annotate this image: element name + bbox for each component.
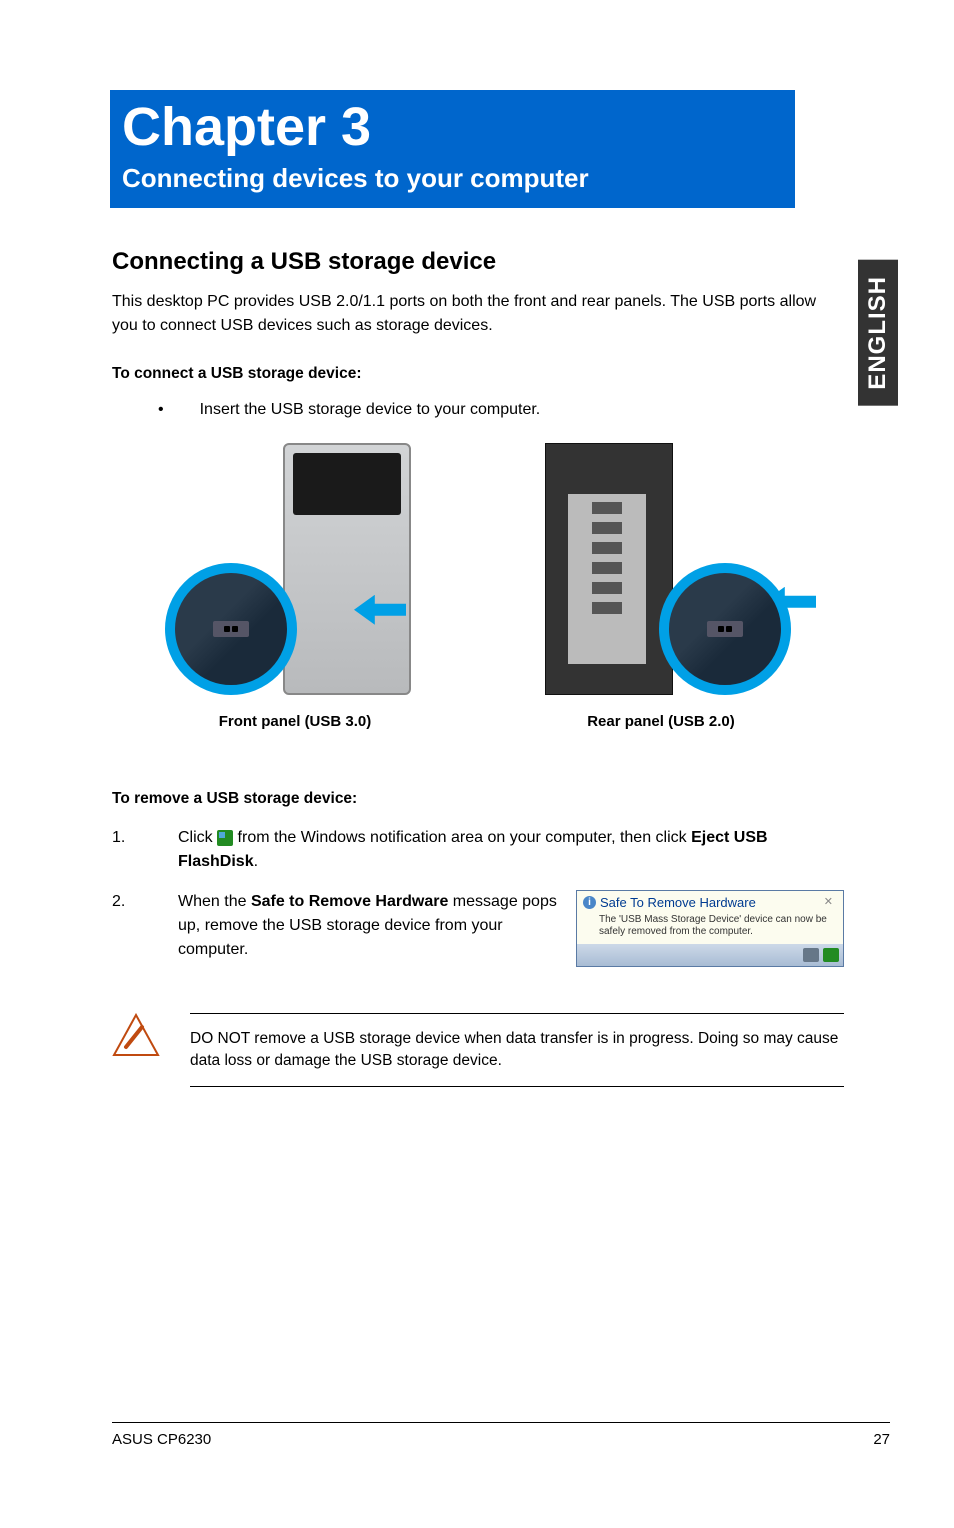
intro-text: This desktop PC provides USB 2.0/1.1 por… [112, 290, 844, 336]
chapter-banner: Chapter 3 Connecting devices to your com… [110, 90, 795, 208]
rear-tower-illustration [545, 443, 673, 695]
figure-captions: Front panel (USB 3.0) Rear panel (USB 2.… [112, 713, 844, 730]
figure-area [112, 443, 844, 695]
rear-caption: Rear panel (USB 2.0) [478, 713, 844, 730]
remove-subheading: To remove a USB storage device: [112, 790, 844, 808]
bullet-text: Insert the USB storage device to your co… [200, 401, 541, 419]
step2-pre: When the [178, 893, 251, 910]
step-1-body: Click from the Windows notification area… [178, 826, 844, 874]
remove-section: To remove a USB storage device: 1. Click… [112, 790, 844, 1087]
warning-icon [112, 1013, 160, 1059]
notification-body: The 'USB Mass Storage Device' device can… [577, 914, 843, 944]
rear-panel-figure [492, 443, 844, 695]
step-1: 1. Click from the Windows notification a… [112, 826, 844, 874]
step1-mid: from the Windows notification area on yo… [233, 829, 691, 846]
rear-usb-magnifier [659, 563, 791, 695]
language-tab: ENGLISH [858, 260, 898, 406]
step1-pre: Click [178, 829, 217, 846]
chapter-subtitle: Connecting devices to your computer [122, 163, 783, 194]
notification-title: Safe To Remove Hardware [600, 893, 824, 913]
footer-left: ASUS CP6230 [112, 1431, 211, 1448]
tray-eject-icon [823, 948, 839, 962]
warning-block: DO NOT remove a USB storage device when … [112, 1013, 844, 1086]
footer-page-number: 27 [873, 1431, 890, 1448]
step-2: 2. When the Safe to Remove Hardware mess… [112, 890, 844, 968]
connect-subheading: To connect a USB storage device: [112, 365, 844, 383]
notification-tray-icon [217, 830, 233, 846]
section-heading: Connecting a USB storage device [112, 248, 844, 276]
safe-remove-notification: i Safe To Remove Hardware ✕ The 'USB Mas… [576, 890, 844, 968]
step-2-body: When the Safe to Remove Hardware message… [178, 890, 558, 962]
notification-close-icon: ✕ [824, 894, 837, 911]
step-2-number: 2. [112, 890, 142, 968]
front-panel-figure [112, 443, 464, 695]
step1-end: . [254, 853, 258, 870]
bullet-mark: • [158, 401, 164, 419]
front-tower-illustration [283, 443, 411, 695]
page-content: Connecting a USB storage device This des… [0, 208, 954, 1086]
warning-text: DO NOT remove a USB storage device when … [190, 1013, 844, 1086]
taskbar-strip [577, 944, 843, 966]
tray-item-icon [803, 948, 819, 962]
step-1-number: 1. [112, 826, 142, 874]
connect-bullet-row: • Insert the USB storage device to your … [112, 401, 844, 419]
page-footer: ASUS CP6230 27 [112, 1422, 890, 1448]
step2-bold: Safe to Remove Hardware [251, 893, 448, 910]
front-usb-magnifier [165, 563, 297, 695]
chapter-number: Chapter 3 [122, 98, 783, 157]
info-icon: i [583, 896, 596, 909]
front-caption: Front panel (USB 3.0) [112, 713, 478, 730]
